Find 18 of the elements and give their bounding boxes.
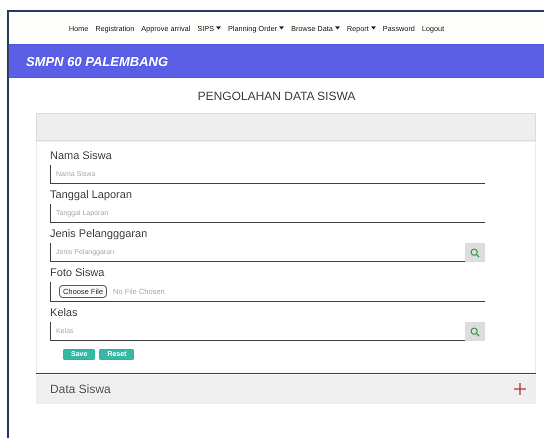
brand-title: SMPN 60 PALEMBANG (26, 54, 168, 68)
plus-icon (514, 383, 526, 395)
search-icon (470, 248, 480, 258)
field-label: Tanggal Laporan (50, 189, 133, 201)
field-label: Foto Siswa (50, 267, 106, 279)
caret-icon (279, 26, 284, 30)
search-icon (470, 326, 480, 336)
field-label: Jenis Pelangggaran (50, 228, 148, 240)
collapsible-panel[interactable]: Data Siswa (36, 373, 536, 404)
field-label: Kelas (50, 307, 79, 319)
caret-icon (216, 26, 221, 30)
page-title: PENGOLAHAN DATA SISWA (196, 88, 356, 105)
panel-title: Data Siswa (50, 382, 111, 396)
field-label: Nama Siswa (50, 150, 113, 162)
caret-icon (370, 26, 376, 30)
search-button[interactable] (465, 243, 485, 262)
caret-icon (334, 26, 340, 30)
search-button[interactable] (465, 322, 485, 341)
